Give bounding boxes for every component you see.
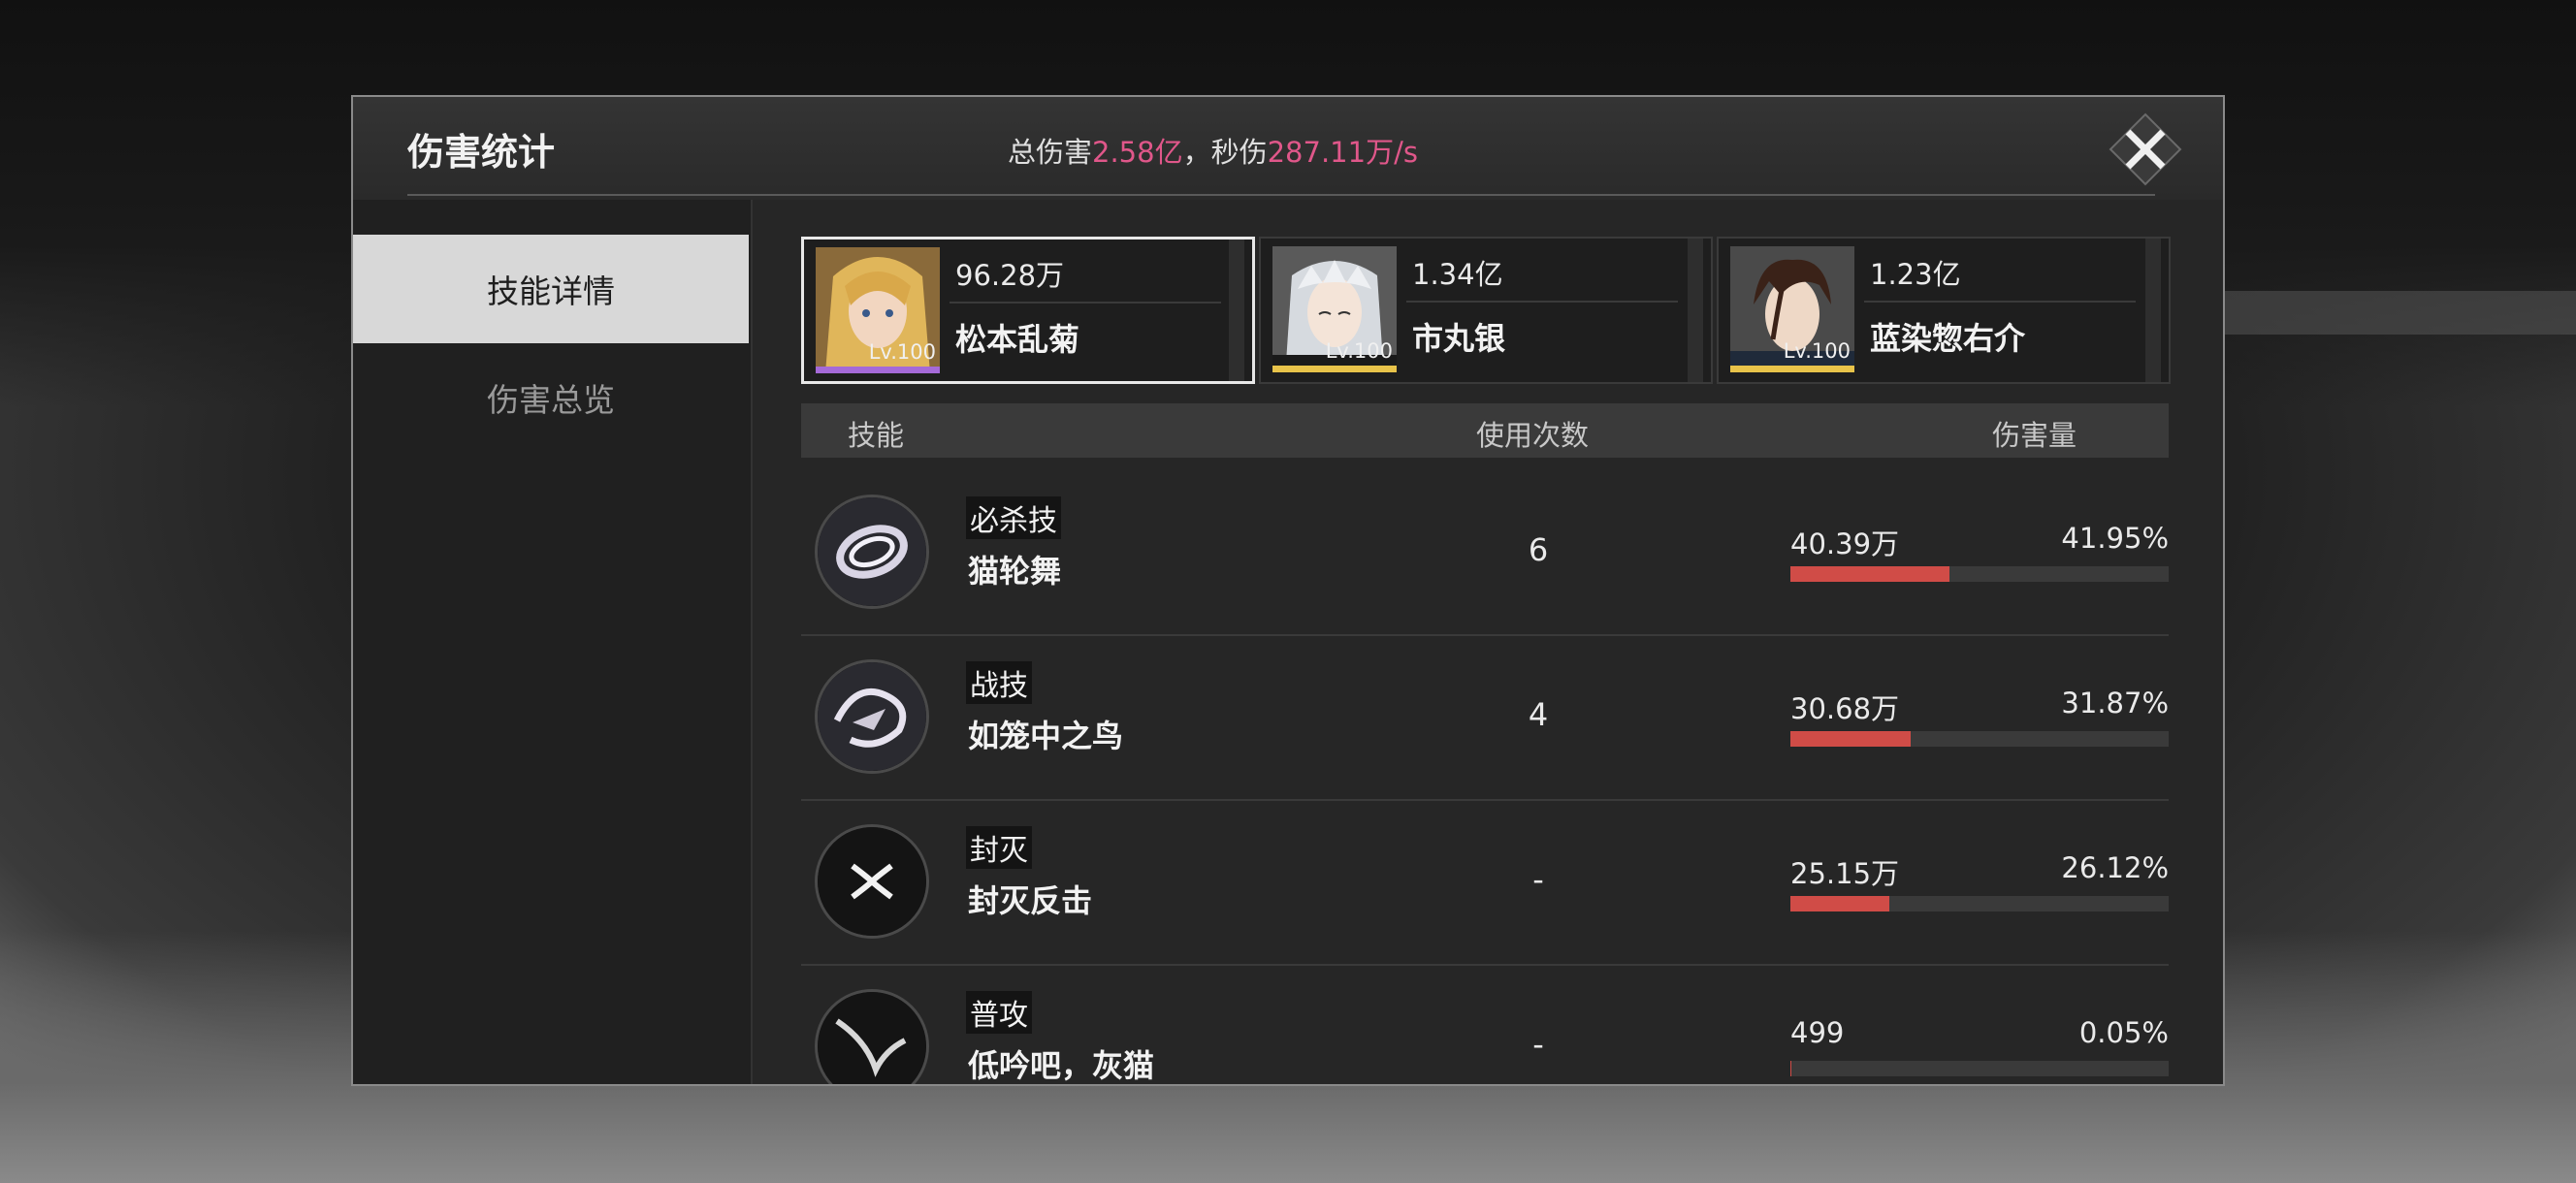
- skill-icon: [815, 495, 929, 609]
- damage-percent: 41.95%: [2061, 522, 2169, 555]
- damage-percent: 26.12%: [2061, 851, 2169, 884]
- skill-name: 低吟吧，灰猫: [968, 1047, 1155, 1084]
- damage-bar-fill: [1790, 566, 1949, 582]
- damage-bar-fill: [1790, 731, 1912, 747]
- skill-type: 必杀技: [966, 496, 1061, 539]
- character-card-matsumoto[interactable]: Lv.100 96.28万 松本乱菊: [801, 237, 1255, 384]
- damage-bar: [1790, 1061, 2169, 1076]
- damage-stats-panel: 伤害统计 总伤害2.58亿，秒伤287.11万/s 技能详情 伤害总览 Lv.1…: [351, 95, 2225, 1086]
- panel-header: 伤害统计 总伤害2.58亿，秒伤287.11万/s: [353, 97, 2223, 200]
- character-name: 蓝染惣右介: [1870, 320, 2026, 357]
- character-card-aizen[interactable]: Lv.100 1.23亿 蓝染惣右介: [1717, 237, 2171, 384]
- close-icon: [2109, 112, 2182, 186]
- avatar: Lv.100: [816, 247, 940, 373]
- use-count: 6: [1528, 531, 1549, 568]
- level-label: Lv.100: [1783, 339, 1851, 363]
- skill-name: 封灭反击: [968, 882, 1093, 919]
- skill-icon: [815, 824, 929, 939]
- sidebar-item-label: 技能详情: [487, 272, 615, 310]
- damage-bar: [1790, 896, 2169, 911]
- rarity-bar: [1272, 366, 1397, 372]
- use-count: -: [1532, 1026, 1544, 1063]
- table-header: 技能 使用次数 伤害量: [801, 403, 2169, 458]
- damage-bar: [1790, 731, 2169, 747]
- use-count: -: [1532, 861, 1544, 898]
- header-divider: [407, 194, 2155, 196]
- skill-type: 普攻: [966, 991, 1032, 1034]
- dps-label: ，秒伤: [1182, 136, 1268, 169]
- dps-value: 287.11万/s: [1267, 136, 1418, 169]
- avatar: Lv.100: [1730, 246, 1854, 372]
- damage-value: 40.39万: [1790, 528, 1900, 560]
- character-name: 市丸银: [1412, 320, 1506, 357]
- level-label: Lv.100: [868, 340, 936, 364]
- rarity-bar: [1730, 366, 1854, 372]
- column-header-damage: 伤害量: [1992, 419, 2077, 452]
- rarity-bar: [816, 367, 940, 373]
- character-name: 松本乱菊: [955, 321, 1080, 358]
- card-edge: [1688, 239, 1703, 382]
- character-damage: 1.34亿: [1406, 246, 1678, 303]
- skill-icon: [815, 659, 929, 774]
- damage-summary: 总伤害2.58亿，秒伤287.11万/s: [1008, 130, 1418, 171]
- column-header-uses: 使用次数: [1476, 419, 1590, 452]
- sidebar: 技能详情 伤害总览: [353, 200, 753, 1084]
- table-row[interactable]: 封灭 封灭反击 - 25.15万 26.12%: [801, 801, 2169, 966]
- damage-percent: 0.05%: [2078, 1016, 2169, 1049]
- damage-value: 499: [1790, 1016, 1845, 1049]
- table-row[interactable]: 必杀技 猫轮舞 6 40.39万 41.95%: [801, 471, 2169, 636]
- skill-name: 猫轮舞: [968, 553, 1062, 590]
- level-label: Lv.100: [1325, 339, 1393, 363]
- character-damage: 96.28万: [950, 247, 1221, 304]
- column-header-skill: 技能: [848, 419, 905, 452]
- card-edge: [1229, 240, 1244, 381]
- background-bar: [2188, 291, 2576, 335]
- skill-icon: [815, 989, 929, 1084]
- table-row[interactable]: 战技 如笼中之鸟 4 30.68万 31.87%: [801, 636, 2169, 801]
- sidebar-item-skill-details[interactable]: 技能详情: [353, 235, 749, 343]
- damage-bar: [1790, 566, 2169, 582]
- character-damage: 1.23亿: [1864, 246, 2136, 303]
- skill-type: 战技: [966, 661, 1032, 704]
- sidebar-item-damage-overview[interactable]: 伤害总览: [353, 343, 749, 452]
- damage-percent: 31.87%: [2061, 687, 2169, 719]
- close-button[interactable]: [2107, 111, 2184, 188]
- table-row[interactable]: 普攻 低吟吧，灰猫 - 499 0.05%: [801, 966, 2169, 1084]
- total-damage-value: 2.58亿: [1092, 136, 1183, 169]
- skill-name: 如笼中之鸟: [968, 718, 1124, 754]
- panel-title: 伤害统计: [407, 130, 556, 174]
- damage-value: 30.68万: [1790, 692, 1900, 725]
- total-damage-label: 总伤害: [1008, 136, 1093, 169]
- skill-type: 封灭: [966, 826, 1032, 869]
- card-edge: [2145, 239, 2161, 382]
- character-card-gin[interactable]: Lv.100 1.34亿 市丸银: [1259, 237, 1713, 384]
- damage-bar-fill: [1790, 896, 1889, 911]
- sidebar-item-label: 伤害总览: [487, 381, 615, 419]
- damage-value: 25.15万: [1790, 857, 1900, 890]
- use-count: 4: [1528, 696, 1549, 733]
- avatar: Lv.100: [1272, 246, 1397, 372]
